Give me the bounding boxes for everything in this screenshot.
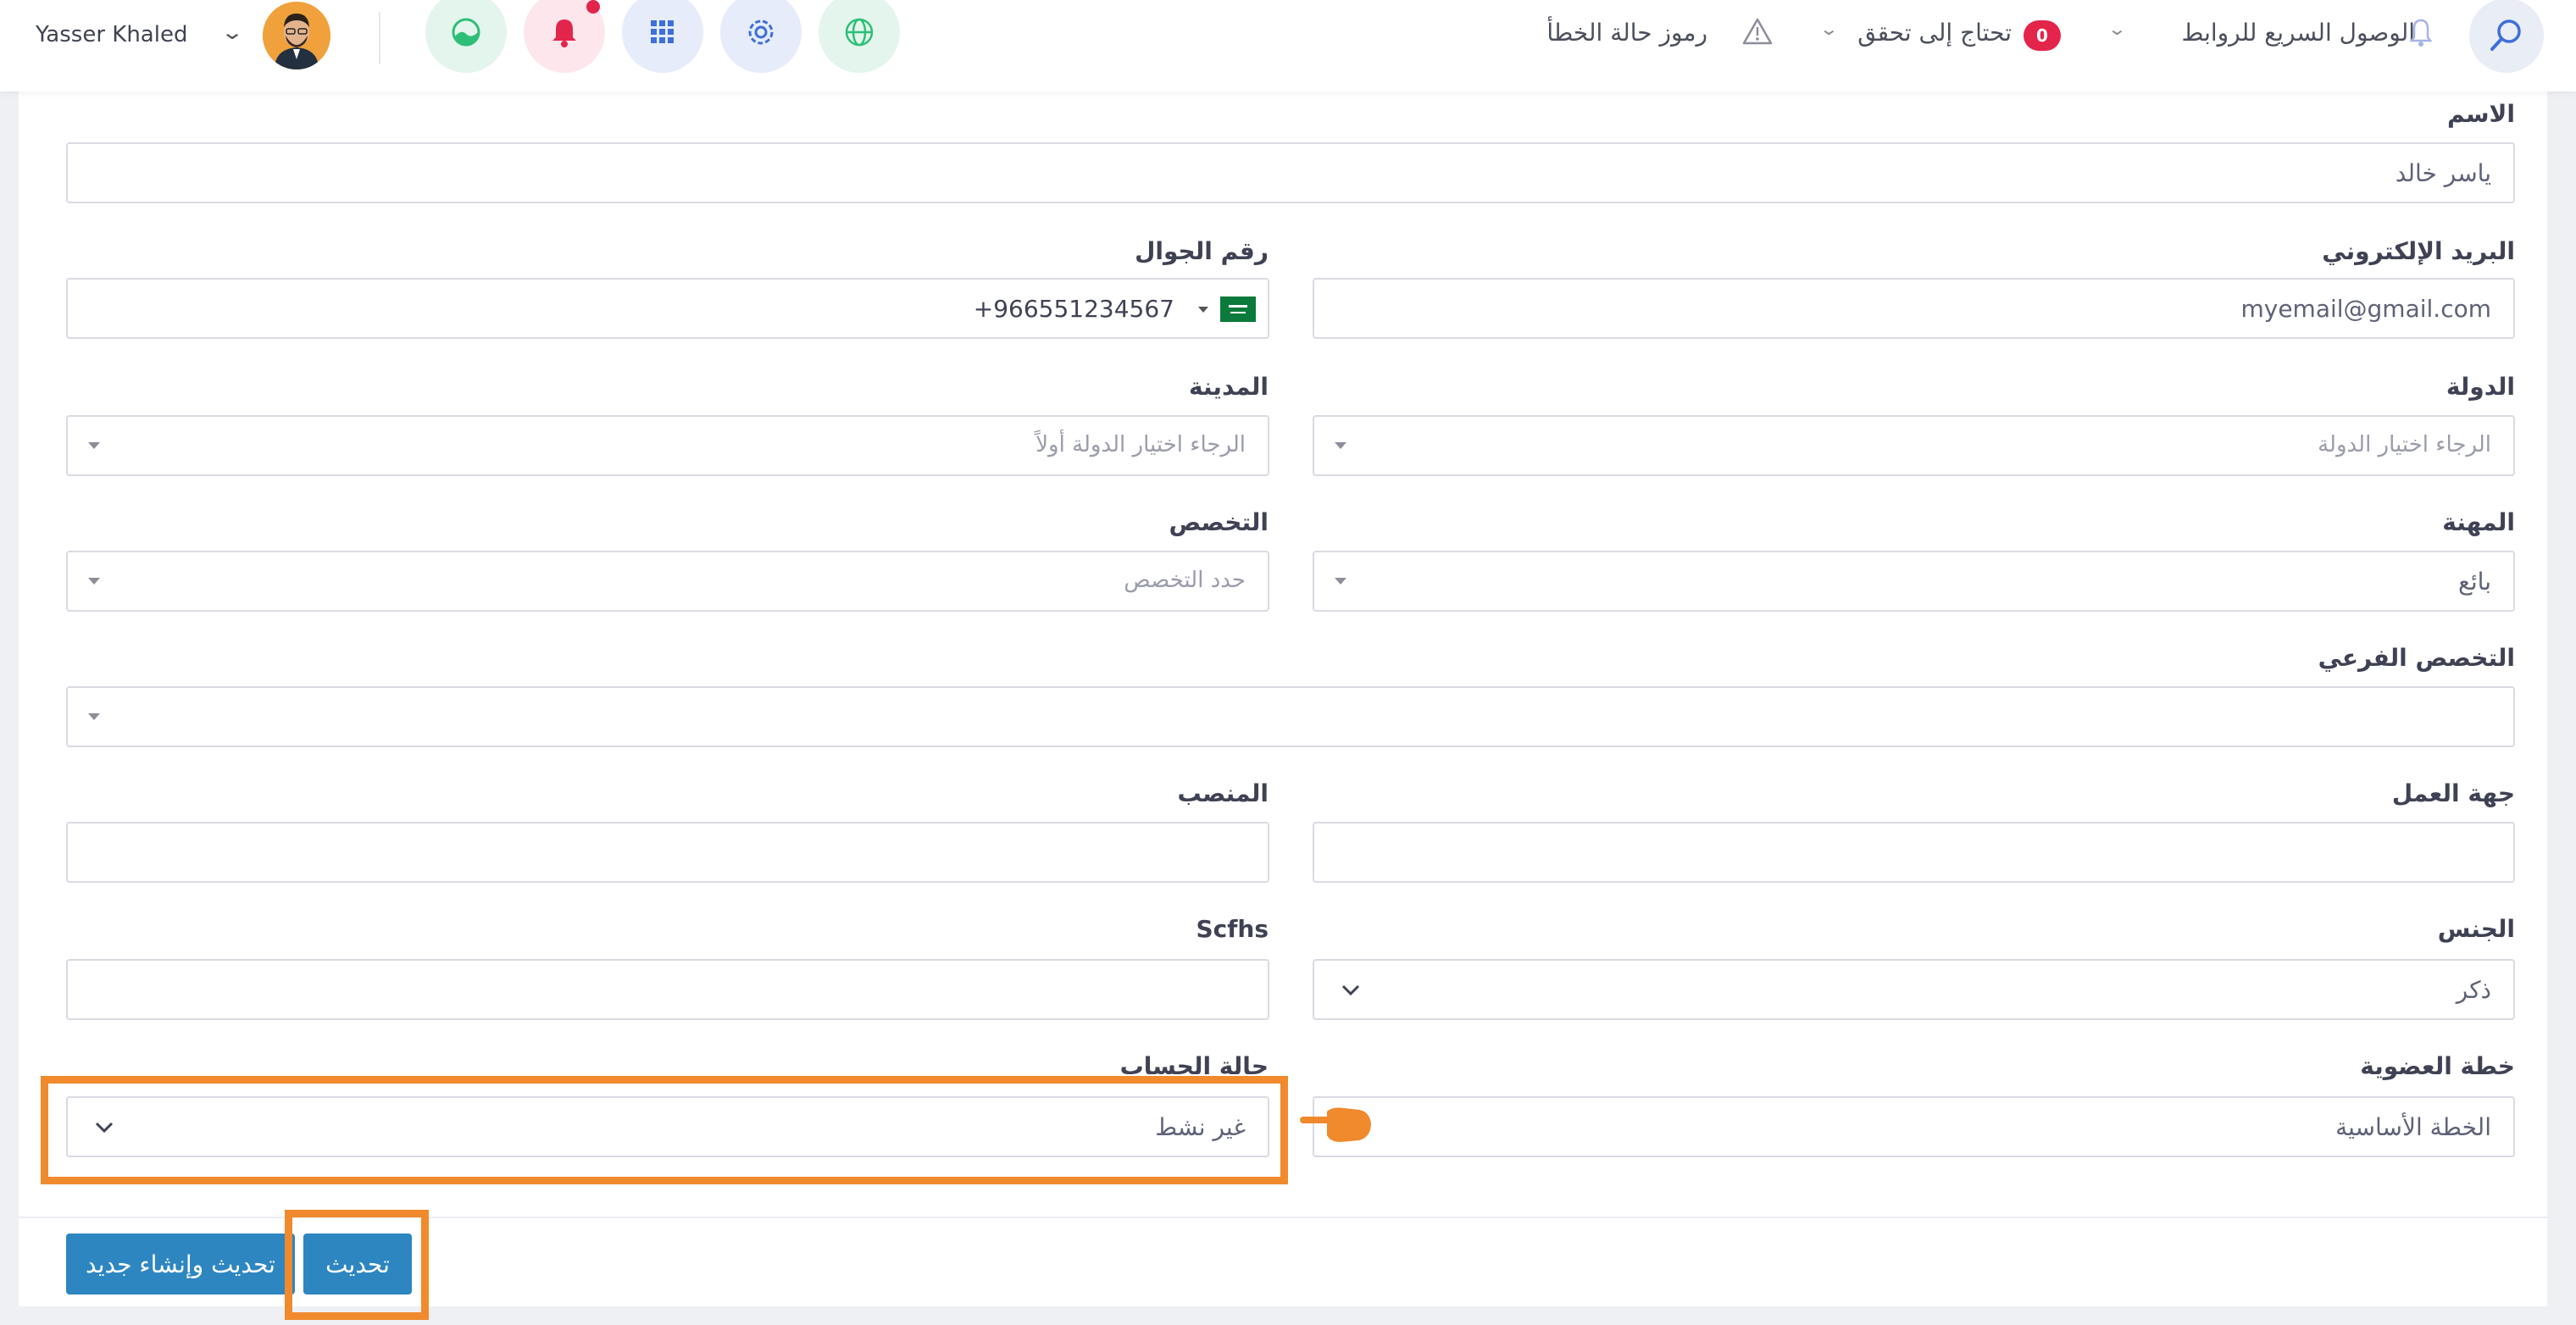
apps-button[interactable] [622, 0, 703, 73]
search-icon [2490, 19, 2521, 51]
quick-links-bell-icon [2408, 17, 2434, 53]
settings-button[interactable] [720, 0, 802, 73]
caret-down-icon [88, 578, 100, 585]
account-status-select[interactable]: غير نشط [66, 1096, 1269, 1157]
needs-verification-link[interactable]: تحتاج إلى تحقق [1857, 19, 2012, 47]
analytics-button[interactable] [425, 0, 507, 73]
country-select[interactable]: الرجاء اختيار الدولة [1313, 415, 2515, 476]
country-label: الدولة [2446, 373, 2515, 401]
specialty-label: التخصص [1169, 508, 1269, 536]
globe-icon [845, 18, 874, 47]
profession-label: المهنة [2442, 508, 2515, 536]
membership-plan-input[interactable]: الخطة الأساسية [1313, 1096, 2515, 1157]
user-menu-chevron-icon[interactable]: ⌄ [220, 20, 244, 44]
quick-links-chevron-icon[interactable]: ⌄ [2107, 19, 2127, 39]
error-codes-link[interactable]: رموز حالة الخطأ [1546, 19, 1707, 47]
workplace-label: جهة العمل [2391, 779, 2515, 807]
form-footer-divider [19, 1217, 2547, 1218]
phone-value: +966551234567 [973, 295, 1174, 323]
verification-count-badge: 0 [2024, 20, 2061, 51]
name-value: ياسر خالد [2395, 159, 2491, 187]
scfhs-input[interactable] [66, 959, 1269, 1020]
membership-plan-label: خطة العضوية [2360, 1052, 2515, 1080]
chevron-down-icon [93, 1113, 115, 1145]
update-button[interactable]: تحديث [303, 1234, 412, 1295]
user-name[interactable]: Yasser Khaled [36, 22, 187, 47]
saudi-flag-icon[interactable] [1220, 297, 1256, 322]
account-status-value: غير نشط [1155, 1113, 1246, 1141]
profession-select[interactable]: بائع [1313, 551, 2515, 612]
divider [379, 12, 380, 64]
pointing-hand-icon [1298, 1100, 1374, 1154]
country-placeholder: الرجاء اختيار الدولة [2318, 432, 2491, 457]
phone-input[interactable]: +966551234567 [66, 278, 1269, 339]
subspecialty-label: التخصص الفرعي [2318, 644, 2515, 672]
scfhs-label: Scfhs [1196, 915, 1269, 943]
city-placeholder: الرجاء اختيار الدولة أولاً [1035, 432, 1246, 457]
warning-icon [1742, 17, 1773, 49]
update-and-create-new-button[interactable]: تحديث وإنشاء جديد [66, 1234, 295, 1295]
chevron-down-icon [1340, 976, 1362, 1008]
settings-icon [748, 19, 774, 45]
name-label: الاسم [2447, 100, 2515, 128]
gender-select[interactable]: ذكر [1313, 959, 2515, 1020]
email-input[interactable]: myemail@gmail.com [1313, 278, 2515, 339]
specialty-placeholder: حدد التخصص [1124, 568, 1246, 593]
city-label: المدينة [1189, 373, 1269, 401]
verify-chevron-icon[interactable]: ⌄ [1819, 19, 1839, 39]
position-input[interactable] [66, 822, 1269, 883]
search-button[interactable] [2469, 0, 2544, 73]
email-value: myemail@gmail.com [2240, 295, 2491, 323]
membership-plan-value: الخطة الأساسية [2335, 1113, 2491, 1141]
avatar[interactable] [263, 2, 330, 69]
bell-icon [552, 19, 576, 47]
country-code-caret-icon[interactable] [1198, 307, 1208, 313]
position-label: المنصب [1177, 779, 1269, 807]
account-status-label: حالة الحساب [1119, 1052, 1269, 1080]
specialty-select[interactable]: حدد التخصص [66, 551, 1269, 612]
profession-value: بائع [2457, 568, 2491, 596]
caret-down-icon [1335, 442, 1346, 449]
phone-label: رقم الجوال [1135, 237, 1269, 265]
subspecialty-select[interactable] [66, 686, 2515, 747]
caret-down-icon [1335, 578, 1346, 585]
top-bar: Yasser Khaled ⌄ رموز حالة الخطأ ⌄ تحتاج … [0, 0, 2576, 91]
email-label: البريد الإلكتروني [2322, 237, 2515, 265]
quick-links-menu[interactable]: الوصول السريع للروابط [2181, 19, 2415, 47]
apps-grid-icon [651, 20, 674, 43]
city-select[interactable]: الرجاء اختيار الدولة أولاً [66, 415, 1269, 476]
caret-down-icon [88, 442, 100, 449]
gender-label: الجنس [2437, 915, 2515, 943]
analytics-icon [452, 18, 480, 47]
notification-dot [586, 0, 600, 14]
caret-down-icon [88, 713, 100, 720]
workplace-input[interactable] [1313, 822, 2515, 883]
gender-value: ذكر [2456, 976, 2491, 1004]
name-input[interactable]: ياسر خالد [66, 142, 2515, 203]
language-button[interactable] [819, 0, 900, 73]
